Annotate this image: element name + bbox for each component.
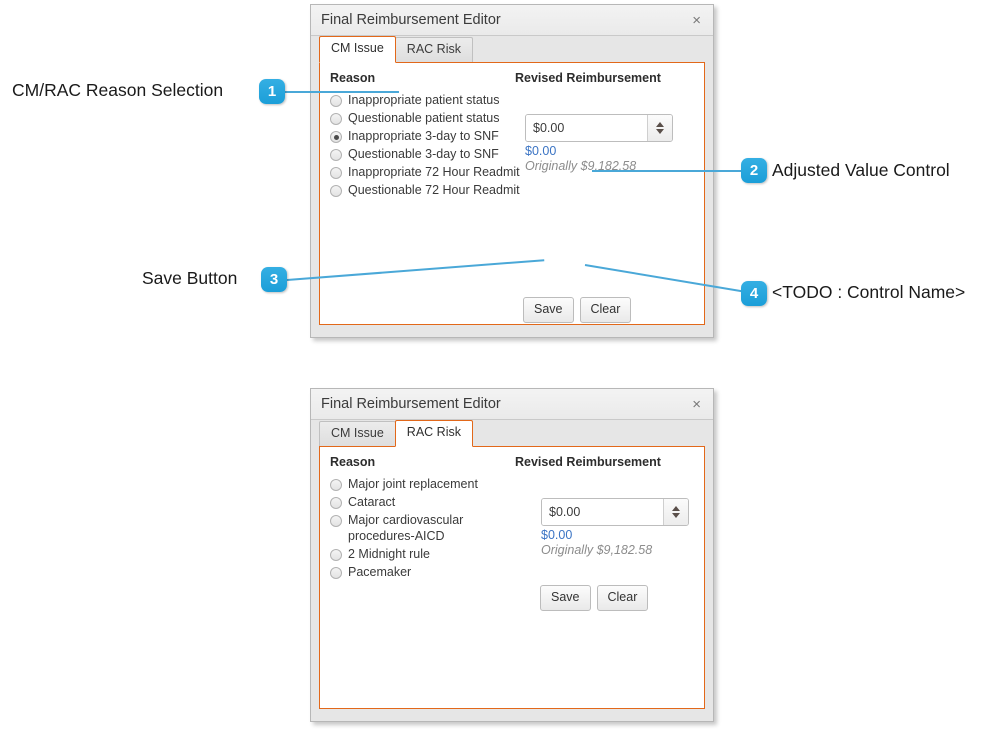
- radio-option[interactable]: Major joint replacement: [330, 476, 525, 492]
- tab-label: RAC Risk: [406, 425, 461, 439]
- annotation-label-2: Adjusted Value Control: [772, 160, 950, 180]
- radio-icon[interactable]: [330, 567, 342, 579]
- radio-option[interactable]: Cataract: [330, 494, 525, 510]
- radio-label: Questionable 72 Hour Readmit: [348, 183, 520, 197]
- adjusted-value-control: $0.00 $0.00 Originally $9,182.58: [541, 498, 689, 558]
- radio-option[interactable]: Inappropriate 72 Hour Readmit: [330, 164, 525, 180]
- tab-rac-risk[interactable]: RAC Risk: [394, 420, 473, 447]
- window-titlebar: Final Reimbursement Editor ×: [311, 5, 713, 36]
- annotation-badge-1: 1: [259, 79, 285, 104]
- radio-icon[interactable]: [330, 167, 342, 179]
- adjusted-value-control: $0.00 $0.00 Originally $9,182.58: [525, 114, 673, 174]
- header-revised-reimbursement: Revised Reimbursement: [515, 455, 661, 469]
- radio-icon-selected[interactable]: [330, 131, 342, 143]
- header-revised-reimbursement: Revised Reimbursement: [515, 71, 661, 85]
- annotation-label-3: Save Button: [142, 268, 238, 288]
- header-reason: Reason: [330, 71, 376, 85]
- close-icon[interactable]: ×: [688, 11, 705, 30]
- radio-option[interactable]: Questionable 72 Hour Readmit: [330, 182, 525, 198]
- radio-label: Inappropriate patient status: [348, 93, 500, 107]
- tabstrip: CM Issue RAC Risk: [311, 420, 713, 447]
- radio-option[interactable]: Inappropriate patient status: [330, 92, 525, 108]
- radio-option[interactable]: Questionable patient status: [330, 110, 525, 126]
- save-button[interactable]: Save: [540, 585, 591, 611]
- panel-body: Reason Revised Reimbursement Inappropria…: [319, 62, 705, 325]
- action-buttons: Save Clear: [523, 297, 632, 323]
- radio-option[interactable]: Major cardiovascular procedures-AICD: [330, 512, 525, 544]
- radio-label: Major joint replacement: [348, 477, 478, 491]
- currency-input[interactable]: $0.00: [526, 115, 647, 141]
- radio-label: Major cardiovascular procedures-AICD: [348, 513, 464, 543]
- reason-radio-group: Inappropriate patient status Questionabl…: [330, 92, 525, 198]
- save-button[interactable]: Save: [523, 297, 574, 323]
- reason-radio-group: Major joint replacement Cataract Major c…: [330, 476, 525, 580]
- spinner-up-icon[interactable]: [672, 506, 680, 511]
- radio-icon[interactable]: [330, 95, 342, 107]
- tab-cm-issue[interactable]: CM Issue: [319, 421, 396, 446]
- action-buttons: Save Clear: [540, 585, 649, 611]
- header-reason: Reason: [330, 455, 376, 469]
- tab-label: RAC Risk: [406, 42, 461, 56]
- adjusted-value-text: $0.00: [541, 528, 573, 542]
- annotation-label-4: <TODO : Control Name>: [772, 282, 966, 302]
- annotation-badge-4: 4: [741, 281, 767, 306]
- annotation-leader-2: [592, 170, 752, 172]
- annotation-label-1: CM/RAC Reason Selection: [12, 80, 224, 100]
- column-headers: Reason Revised Reimbursement: [330, 71, 694, 85]
- window-titlebar: Final Reimbursement Editor ×: [311, 389, 713, 420]
- tab-cm-issue[interactable]: CM Issue: [319, 36, 396, 63]
- radio-icon[interactable]: [330, 479, 342, 491]
- radio-option[interactable]: Pacemaker: [330, 564, 525, 580]
- radio-icon[interactable]: [330, 515, 342, 527]
- annotation-leader-1: [285, 91, 399, 93]
- radio-label: Inappropriate 72 Hour Readmit: [348, 165, 520, 179]
- currency-spinner[interactable]: $0.00: [525, 114, 673, 142]
- radio-option[interactable]: 2 Midnight rule: [330, 546, 525, 562]
- radio-icon[interactable]: [330, 113, 342, 125]
- radio-label: 2 Midnight rule: [348, 547, 430, 561]
- currency-input[interactable]: $0.00: [542, 499, 663, 525]
- radio-label: Questionable 3-day to SNF: [348, 147, 499, 161]
- spinner-down-icon[interactable]: [656, 129, 664, 134]
- window-title: Final Reimbursement Editor: [321, 12, 501, 28]
- radio-label: Pacemaker: [348, 565, 412, 579]
- annotation-badge-3: 3: [261, 267, 287, 292]
- radio-icon[interactable]: [330, 185, 342, 197]
- radio-label: Cataract: [348, 495, 396, 509]
- radio-icon[interactable]: [330, 549, 342, 561]
- panel-body: Reason Revised Reimbursement Major joint…: [319, 446, 705, 709]
- spinner-down-icon[interactable]: [672, 513, 680, 518]
- tabstrip: CM Issue RAC Risk: [311, 36, 713, 63]
- spinner-buttons[interactable]: [647, 115, 672, 141]
- clear-button[interactable]: Clear: [596, 585, 649, 611]
- window-title: Final Reimbursement Editor: [321, 396, 501, 412]
- clear-button[interactable]: Clear: [579, 297, 632, 323]
- spinner-up-icon[interactable]: [656, 122, 664, 127]
- radio-option[interactable]: Inappropriate 3-day to SNF: [330, 128, 525, 144]
- reimbursement-editor-window-2: Final Reimbursement Editor × CM Issue RA…: [310, 388, 714, 722]
- tab-label: CM Issue: [331, 426, 384, 440]
- column-headers: Reason Revised Reimbursement: [330, 455, 694, 469]
- tab-label: CM Issue: [331, 41, 384, 55]
- currency-spinner[interactable]: $0.00: [541, 498, 689, 526]
- annotation-badge-2: 2: [741, 158, 767, 183]
- spinner-buttons[interactable]: [663, 499, 688, 525]
- radio-label: Inappropriate 3-day to SNF: [348, 129, 499, 143]
- tab-rac-risk[interactable]: RAC Risk: [394, 37, 473, 62]
- radio-icon[interactable]: [330, 149, 342, 161]
- radio-option[interactable]: Questionable 3-day to SNF: [330, 146, 525, 162]
- original-value-text: Originally $9,182.58: [541, 543, 653, 557]
- radio-icon[interactable]: [330, 497, 342, 509]
- close-icon[interactable]: ×: [688, 395, 705, 414]
- radio-label: Questionable patient status: [348, 111, 500, 125]
- adjusted-value-text: $0.00: [525, 144, 557, 158]
